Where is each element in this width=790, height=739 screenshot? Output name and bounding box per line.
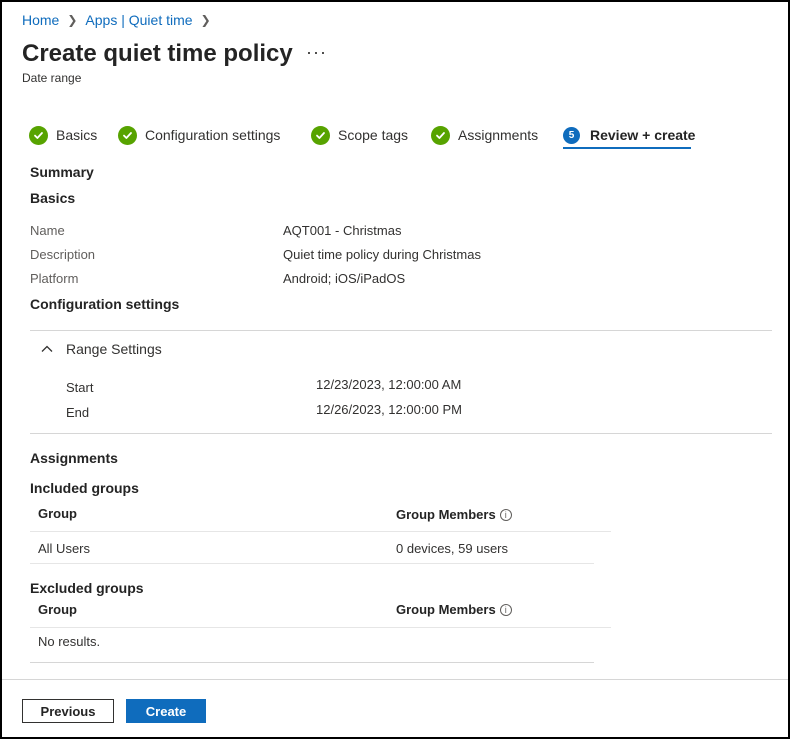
included-group-column-header: Group xyxy=(38,506,77,521)
tab-label: Review + create xyxy=(590,127,696,143)
excluded-groups-heading: Excluded groups xyxy=(30,580,144,596)
description-value: Quiet time policy during Christmas xyxy=(283,247,481,262)
divider xyxy=(30,330,772,331)
step-number-badge: 5 xyxy=(563,126,580,144)
check-circle-icon xyxy=(431,125,450,145)
check-circle-icon xyxy=(311,125,330,145)
tab-configuration-settings[interactable]: Configuration settings xyxy=(118,122,280,148)
table-header-divider xyxy=(30,627,611,628)
column-header-label: Group Members xyxy=(396,507,496,522)
description-label: Description xyxy=(30,247,96,262)
table-header-divider xyxy=(30,531,611,532)
previous-button[interactable]: Previous xyxy=(22,699,114,723)
end-label: End xyxy=(66,405,90,420)
summary-heading: Summary xyxy=(30,164,94,180)
included-group-cell: All Users xyxy=(38,541,91,556)
tab-label: Assignments xyxy=(458,127,539,143)
footer-divider xyxy=(2,679,788,680)
page-subtitle: Date range xyxy=(22,71,82,85)
start-value: 12/23/2023, 12:00:00 AM xyxy=(316,377,462,392)
chevron-up-icon xyxy=(41,345,53,352)
breadcrumb: Home ❯ Apps | Quiet time ❯ xyxy=(22,12,219,28)
tab-scope-tags[interactable]: Scope tags xyxy=(311,122,408,148)
range-settings-toggle[interactable]: Range Settings xyxy=(40,341,162,357)
included-members-column-header: Group Members i xyxy=(396,507,512,522)
table-row-divider xyxy=(30,563,594,564)
included-groups-heading: Included groups xyxy=(30,480,139,496)
assignments-heading: Assignments xyxy=(30,450,118,466)
platform-label: Platform xyxy=(30,271,79,286)
name-label: Name xyxy=(30,223,65,238)
breadcrumb-home[interactable]: Home xyxy=(22,12,59,28)
platform-value: Android; iOS/iPadOS xyxy=(283,271,406,286)
breadcrumb-apps-quiet-time[interactable]: Apps | Quiet time xyxy=(85,12,192,28)
chevron-right-icon: ❯ xyxy=(67,13,78,27)
range-settings-title: Range Settings xyxy=(66,341,162,357)
tab-basics[interactable]: Basics xyxy=(29,122,97,148)
tab-assignments[interactable]: Assignments xyxy=(431,122,538,148)
chevron-right-icon: ❯ xyxy=(200,13,211,27)
end-value: 12/26/2023, 12:00:00 PM xyxy=(316,402,463,417)
window-frame: Home ❯ Apps | Quiet time ❯ Create quiet … xyxy=(0,0,790,739)
active-tab-indicator xyxy=(563,147,691,149)
excluded-group-column-header: Group xyxy=(38,602,77,617)
excluded-empty-message: No results. xyxy=(38,634,101,649)
table-row-divider xyxy=(30,662,594,663)
column-header-label: Group Members xyxy=(396,602,496,617)
divider xyxy=(30,433,772,434)
tab-label: Scope tags xyxy=(338,127,409,143)
basics-heading: Basics xyxy=(30,190,76,206)
included-members-cell: 0 devices, 59 users xyxy=(396,541,509,556)
tab-label: Configuration settings xyxy=(145,127,281,143)
info-icon[interactable]: i xyxy=(499,604,512,616)
create-button[interactable]: Create xyxy=(126,699,206,723)
more-options-icon[interactable]: ··· xyxy=(306,42,327,63)
check-circle-icon xyxy=(29,125,48,145)
start-label: Start xyxy=(66,380,94,395)
tab-review-create[interactable]: 5 Review + create xyxy=(563,122,695,148)
name-value: AQT001 - Christmas xyxy=(283,223,402,238)
check-circle-icon xyxy=(118,125,137,145)
page-title: Create quiet time policy xyxy=(22,40,293,67)
tab-label: Basics xyxy=(56,127,98,143)
excluded-members-column-header: Group Members i xyxy=(396,602,512,617)
configuration-settings-heading: Configuration settings xyxy=(30,296,180,312)
info-icon[interactable]: i xyxy=(499,509,512,521)
